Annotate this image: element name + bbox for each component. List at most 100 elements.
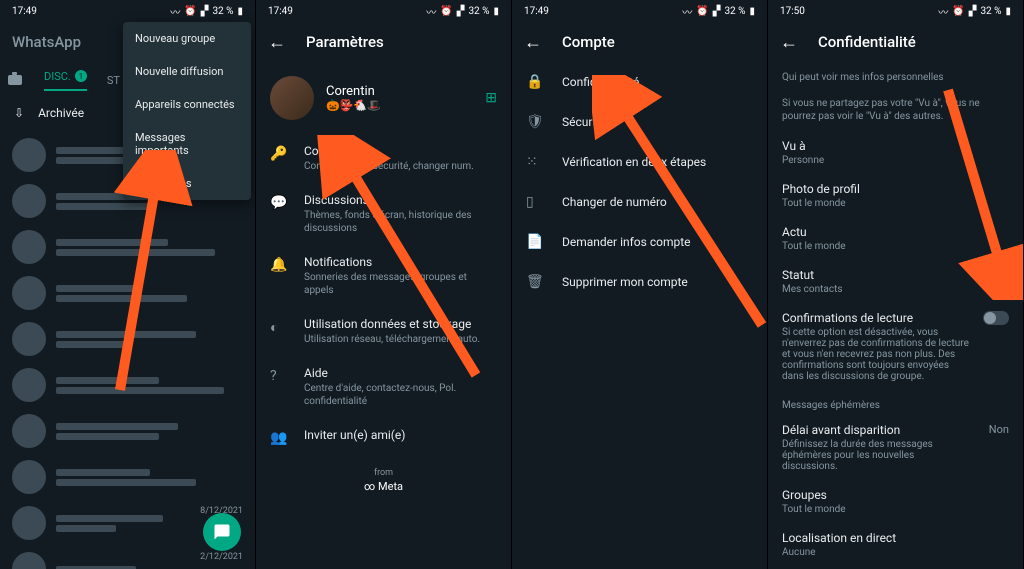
key-icon: 🔑 — [270, 144, 288, 162]
priv-last-seen[interactable]: Vu àPersonne — [768, 131, 1023, 174]
delay-value: Non — [989, 423, 1009, 436]
status-time: 17:49 — [524, 6, 549, 17]
settings-account[interactable]: 🔑CompteConfidentialité, sécurité, change… — [256, 134, 511, 183]
priv-groups[interactable]: GroupesTout le monde — [768, 480, 1023, 523]
avatar — [12, 552, 46, 569]
account-delete[interactable]: 🗑Supprimer mon compte — [512, 262, 767, 302]
qr-icon[interactable]: ⊞ — [485, 90, 497, 106]
chat-row[interactable] — [0, 270, 255, 316]
account-privacy[interactable]: 🔒Confidentialité — [512, 62, 767, 102]
menu-new-broadcast[interactable]: Nouvelle diffusion — [123, 55, 251, 88]
chat-icon: 💬 — [270, 193, 288, 211]
profile-status: 🎃👺🐔🎩 — [326, 99, 473, 112]
settings-chats[interactable]: 💬DiscussionsThèmes, fonds d'écran, histo… — [256, 183, 511, 245]
phone-settings: 17:49 〰⏰▞32 %▮ ← Paramètres Corentin 🎃👺🐔… — [256, 0, 512, 569]
app-bar: ← Paramètres — [256, 22, 511, 62]
profile-name: Corentin — [326, 84, 473, 99]
data-icon: ◐ — [270, 317, 288, 336]
lock-icon: 🔒 — [526, 74, 544, 90]
account-security[interactable]: 🛡Sécurité — [512, 102, 767, 142]
settings-invite[interactable]: 👥Inviter un(e) ami(e) — [256, 418, 511, 456]
battery-icon: ▮ — [237, 6, 243, 17]
status-bar: 17:49 〰 ⏰ ▞ 32 % ▮ — [0, 0, 255, 22]
settings-notifications[interactable]: 🔔NotificationsSonneries des messages, gr… — [256, 245, 511, 307]
page-title: Paramètres — [306, 33, 384, 51]
avatar — [12, 460, 46, 494]
account-2step[interactable]: ⁙Vérification en deux étapes — [512, 142, 767, 182]
settings-help[interactable]: ?AideCentre d'aide, contactez-nous, Pol.… — [256, 356, 511, 418]
status-time: 17:49 — [12, 6, 37, 17]
priv-live-location[interactable]: Localisation en directAucune — [768, 523, 1023, 566]
account-change-number[interactable]: ▯Changer de numéro — [512, 182, 767, 222]
camera-icon — [8, 75, 22, 85]
tab-disc-label: DISC. — [44, 70, 71, 83]
status-bar: 17:49 〰⏰▞32 %▮ — [512, 0, 767, 22]
avatar — [12, 184, 46, 218]
section-desc: Si vous ne partagez pas votre "Vu à", vo… — [782, 97, 1009, 123]
profile-row[interactable]: Corentin 🎃👺🐔🎩 ⊞ — [256, 62, 511, 134]
trash-icon: 🗑 — [526, 274, 544, 290]
from-meta: from ∞ Meta — [256, 468, 511, 493]
chat-row[interactable] — [0, 362, 255, 408]
chat-row[interactable] — [0, 454, 255, 500]
status-time: 17:50 — [780, 6, 805, 17]
chat-icon — [213, 523, 231, 541]
unread-badge: 1 — [75, 70, 87, 82]
app-bar: ← Confidentialité — [768, 22, 1023, 62]
status-bar: 17:49 〰⏰▞32 %▮ — [256, 0, 511, 22]
nfc-icon: 〰 — [170, 4, 180, 19]
menu-settings[interactable]: Paramètres — [123, 167, 251, 200]
priv-photo[interactable]: Photo de profilTout le monde — [768, 174, 1023, 217]
settings-storage[interactable]: ◐Utilisation données et stockageUtilisat… — [256, 307, 511, 356]
profile-avatar — [270, 76, 314, 120]
avatar — [12, 230, 46, 264]
priv-disappear-delay[interactable]: Délai avant disparition Définissez la du… — [768, 415, 1023, 480]
priv-status[interactable]: StatutMes contacts — [768, 260, 1023, 303]
phone-chats: 17:49 〰 ⏰ ▞ 32 % ▮ WhatsApp DISC. 1 ST ⇩… — [0, 0, 256, 569]
back-button[interactable]: ← — [524, 32, 542, 53]
status-bar: 17:50 〰⏰▞32 %▮ — [768, 0, 1023, 22]
avatar — [12, 138, 46, 172]
menu-linked-devices[interactable]: Appareils connectés — [123, 88, 251, 121]
page-title: Confidentialité — [818, 33, 916, 51]
priv-read-receipts[interactable]: Confirmations de lecture Si cette option… — [768, 303, 1023, 390]
page-title: Compte — [562, 33, 615, 51]
new-chat-fab[interactable] — [203, 513, 241, 551]
tab-statut[interactable]: ST — [107, 74, 120, 87]
overflow-menu: Nouveau groupe Nouvelle diffusion Appare… — [123, 22, 251, 200]
tab-discussions[interactable]: DISC. 1 — [44, 70, 87, 91]
bell-icon: 🔔 — [270, 255, 288, 273]
app-bar: ← Compte — [512, 22, 767, 62]
help-icon: ? — [270, 366, 288, 384]
people-icon: 👥 — [270, 428, 288, 446]
pin-icon: ⁙ — [526, 154, 544, 170]
battery-text: 32 % — [212, 6, 233, 17]
avatar — [12, 322, 46, 356]
status-time: 17:49 — [268, 6, 293, 17]
sim-icon: ▯ — [526, 194, 544, 210]
chat-row[interactable] — [0, 224, 255, 270]
account-request-info[interactable]: 📄Demander infos compte — [512, 222, 767, 262]
avatar — [12, 506, 46, 540]
camera-tab[interactable] — [8, 75, 24, 85]
menu-new-group[interactable]: Nouveau groupe — [123, 22, 251, 55]
back-button[interactable]: ← — [780, 32, 798, 53]
archive-label: Archivée — [38, 106, 84, 120]
doc-icon: 📄 — [526, 234, 544, 250]
avatar — [12, 414, 46, 448]
phone-privacy: 17:50 〰⏰▞32 %▮ ← Confidentialité Qui peu… — [768, 0, 1024, 569]
avatar — [12, 368, 46, 402]
alarm-icon: ⏰ — [184, 6, 196, 17]
priv-about[interactable]: ActuTout le monde — [768, 217, 1023, 260]
section-ephemeral: Messages éphémères — [768, 390, 1023, 415]
menu-starred[interactable]: Messages importants — [123, 121, 251, 167]
chat-row[interactable] — [0, 316, 255, 362]
chat-row[interactable] — [0, 408, 255, 454]
shield-icon: 🛡 — [526, 114, 544, 130]
avatar — [12, 276, 46, 310]
archive-icon: ⇩ — [14, 106, 24, 120]
read-receipts-toggle[interactable] — [983, 311, 1009, 325]
signal-icon: ▞ — [201, 6, 209, 17]
back-button[interactable]: ← — [268, 32, 286, 53]
section-who-can-see: Qui peut voir mes infos personnelles — [768, 62, 1023, 87]
